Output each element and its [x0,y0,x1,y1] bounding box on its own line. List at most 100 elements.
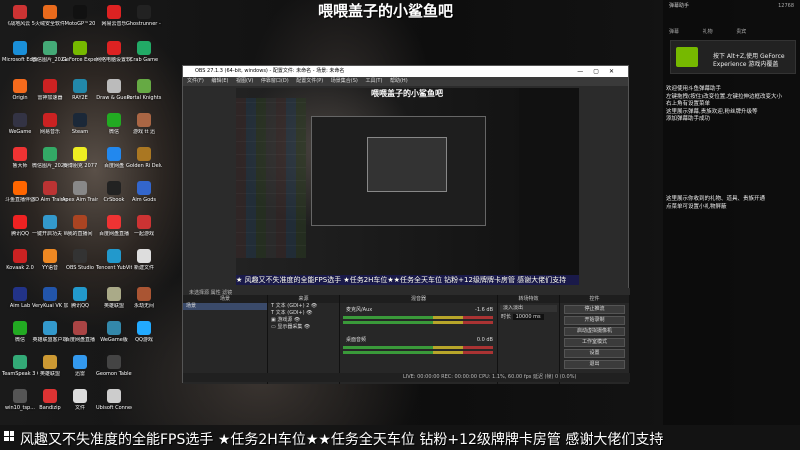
app-icon [43,249,57,263]
app-icon [137,147,151,161]
app-icon [13,355,27,369]
obs-titlebar[interactable]: OBS 27.1.3 (64-bit, windows) - 配置文件: 未命名… [183,66,628,77]
app-icon [107,181,121,195]
app-icon [73,5,87,19]
window-controls[interactable]: —▢✕ [577,66,624,77]
app-icon [13,5,27,19]
app-icon [43,79,57,93]
obs-menubar[interactable]: 文件(F) 编辑(E) 视图(V) 停靠窗口(D) 配置文件(P) 场景集合(S… [183,77,628,86]
desktop-icon[interactable]: OBS Studio [62,246,98,286]
desktop-audio-meter [343,346,493,349]
app-icon [13,215,27,229]
app-icon [137,113,151,127]
app-icon [107,287,121,301]
mic-level: -1.6 dB [475,307,493,313]
desktop-icon-label: 新建文件 [133,265,154,271]
desktop-icon-label: Ghostrunner - 幽灵行者 [126,21,162,27]
tab-vip[interactable]: 贵宾 [736,29,746,35]
app-icon [43,181,57,195]
source-item[interactable]: T 文本 (GDI+) 2 👁 [268,303,339,310]
app-icon [73,287,87,301]
stop-stream-button[interactable]: 停止推流 [564,305,625,314]
app-icon [73,389,87,403]
app-icon [13,389,27,403]
controls-dock[interactable]: 控件 停止推流 开始录制 启动虚拟摄像机 工作室模式 设置 退出 [560,295,630,384]
app-icon [137,321,151,335]
stream-title: 喂喂盖子的小鲨鱼吧 [318,2,454,20]
mic-name: 麦克风/Aux [346,307,373,313]
source-item[interactable]: ▣ 游戏源 👁 [268,317,339,324]
mic-meter [343,321,493,324]
source-label: 文本 (GDI+) 2 [275,303,310,309]
danmu-message: 点菜单可设置小礼物屏蔽 [666,203,727,210]
desktop-icon[interactable]: GeForce Experience [62,38,98,78]
desktop-icon-label: Aim Gods [132,197,156,203]
app-icon [13,287,27,301]
danmu-message: 右上角有设置菜单 [666,101,711,107]
tab-danmu[interactable]: 弹幕 [669,29,679,35]
studio-mode-button[interactable]: 工作室模式 [564,338,625,347]
exit-button[interactable]: 退出 [564,360,625,369]
mixer-channel-desktop[interactable]: 桌面音频 0.0 dB [343,337,493,354]
mic-label: 麦克风/Aux -1.6 dB [343,307,493,314]
app-icon [73,147,87,161]
source-label: 显示器采集 [277,324,303,330]
desktop-icon[interactable]: Ghostrunner - 幽灵行者 [126,2,162,42]
app-icon [137,5,151,19]
danmu-message: 这里展示你收到的礼物、道具、贵族开通 [666,196,766,202]
settings-button[interactable]: 设置 [564,349,625,358]
bottom-ticker: 风趣又不失准度的全能FPS选手 ★任务2H车位★★任务全天车位 钻粉+12级牌牌… [20,432,664,448]
app-icon [107,41,121,55]
preview-right-panel [519,88,579,285]
app-icon [107,389,121,403]
mixer-channel-mic[interactable]: 麦克风/Aux -1.6 dB [343,307,493,324]
app-icon [43,41,57,55]
source-item[interactable]: T 文本 (GDI+) 👁 [268,310,339,317]
start-recording-button[interactable]: 开始录制 [564,316,625,325]
source-item[interactable]: ▭ 显示器采集 👁 [268,324,339,331]
app-icon [137,249,151,263]
desktop-icon-label: 百度网盘直播 [64,337,95,343]
nvidia-overlay-notice: 按下 Alt+Z,使用 GeForce Experience 游戏内覆盖 [670,40,796,74]
app-icon [43,321,57,335]
app-icon [137,215,151,229]
desktop-icon[interactable]: 新建文件 [126,246,162,286]
danmu-message: 左键拖拽(按住)改变位置,左键拉伸边框改变大小 [666,93,783,100]
transitions-dock[interactable]: 转场特效 淡入淡出 时长 10000 ms [498,295,560,384]
desktop-icon[interactable]: MotoGP™20 [62,2,98,42]
desktop-icon-label: GeForce Experience [62,57,98,63]
transition-duration[interactable]: 时长 10000 ms [498,314,559,321]
mixer-dock[interactable]: 混音器 麦克风/Aux -1.6 dB 桌面音频 0.0 dB [340,295,498,384]
app-icon [43,5,57,19]
desktop-icon[interactable]: Crab Game [126,38,162,78]
transition-type[interactable]: 淡入淡出 [500,305,557,312]
app-icon [13,321,27,335]
danmu-messages: 欢迎使用斗鱼弹幕助手 左键拖拽(按住)改变位置,左键拉伸边框改变大小 右上角有设置菜… [666,86,796,124]
sources-dock[interactable]: 来源 T 文本 (GDI+) 2 👁 T 文本 (GDI+) 👁 ▣ 游戏源 👁… [268,295,340,384]
app-icon [43,389,57,403]
mixer-header: 混音器 [340,295,497,303]
mic-meter [343,316,493,319]
app-icon [13,113,27,127]
desktop-icon[interactable]: 文件 [62,386,98,426]
app-icon [137,181,151,195]
virtual-camera-button[interactable]: 启动虚拟摄像机 [564,327,625,336]
desktop-audio-name: 桌面音频 [346,337,367,343]
danmu-tabs[interactable]: 弹幕 礼物 贵宾 [669,28,746,35]
scene-item[interactable]: 场景 [183,303,267,310]
app-icon [107,147,121,161]
obs-window[interactable]: OBS 27.1.3 (64-bit, windows) - 配置文件: 未命名… [182,65,630,384]
tab-gift[interactable]: 礼物 [703,29,713,35]
scenes-dock[interactable]: 场景 场景 +−︿﹀ [183,295,268,384]
desktop-icon[interactable]: Ubisoft Connect [96,386,132,426]
app-icon [107,5,121,19]
app-icon [13,41,27,55]
windows-start-icon[interactable] [4,431,14,441]
app-icon [137,287,151,301]
app-icon [13,181,27,195]
app-icon [43,287,57,301]
desktop-icon-label: 文件 [74,405,85,411]
obs-preview[interactable]: 喂喂盖子的小鲨鱼吧 ★ 风趣又不失准度的全能FPS选手 ★任务2H车位★★任务全… [236,88,579,285]
controls-header: 控件 [560,295,629,303]
app-icon [73,181,87,195]
